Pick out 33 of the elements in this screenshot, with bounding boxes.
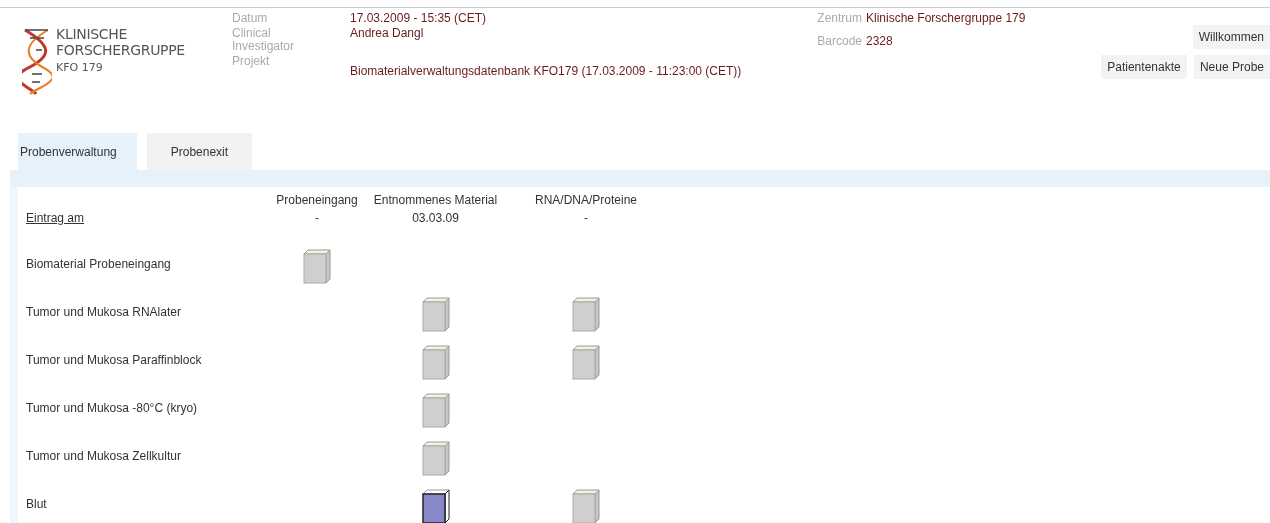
logo-text: FORSCHERGRUPPE: [56, 42, 185, 58]
row-label: Tumor und Mukosa -80°C (kryo): [26, 400, 199, 417]
nav-button[interactable]: Patientenakte: [1101, 55, 1187, 79]
field-label: Barcode: [816, 35, 863, 48]
field-label: Zentrum: [816, 12, 863, 25]
dna-helix-icon: [22, 26, 52, 96]
field-label: Datum: [232, 12, 269, 25]
tab[interactable]: Probenverwaltung: [18, 133, 137, 170]
row-label: Blut: [26, 496, 48, 513]
logo-text: KFO 179: [56, 60, 104, 76]
sample-box-icon[interactable]: [420, 488, 451, 523]
entry-date-link[interactable]: Eintrag am: [26, 208, 262, 248]
table-cell-text: -: [314, 210, 320, 227]
field-value: Klinische Forschergruppe 179: [866, 12, 1027, 25]
nav-button[interactable]: Neue Probe: [1193, 55, 1270, 79]
field-value: 17.03.2009 - 15:35 (CET): [350, 12, 488, 25]
nav-button[interactable]: Willkommen: [1192, 25, 1270, 49]
field-label: Clinical Investigator: [232, 27, 292, 53]
table-cell-text: 03.03.09: [411, 210, 460, 227]
row-label: Tumor und Mukosa RNAlater: [26, 304, 182, 321]
row-label: Tumor und Mukosa Zellkultur: [26, 448, 182, 465]
row-label: Biomaterial Probeneingang: [26, 256, 172, 273]
field-value: Biomaterialverwaltungsdatenbank KFO179 (17.03.2009 - 11:23:00 (CET)): [350, 65, 743, 78]
table-cell-text: -: [583, 210, 589, 227]
tab[interactable]: Probenexit: [146, 133, 253, 170]
column-header: Entnommenes Material: [372, 193, 499, 208]
column-header: RNA/DNA/Proteine: [533, 193, 638, 208]
field-value: 2328: [866, 35, 894, 48]
column-header: Probeneingang: [275, 193, 359, 208]
field-value: Andrea Dangl: [350, 27, 425, 42]
logo-text: KLINISCHE: [56, 26, 129, 42]
field-label: Projekt: [232, 55, 271, 70]
row-label: Tumor und Mukosa Paraffinblock: [26, 352, 203, 369]
